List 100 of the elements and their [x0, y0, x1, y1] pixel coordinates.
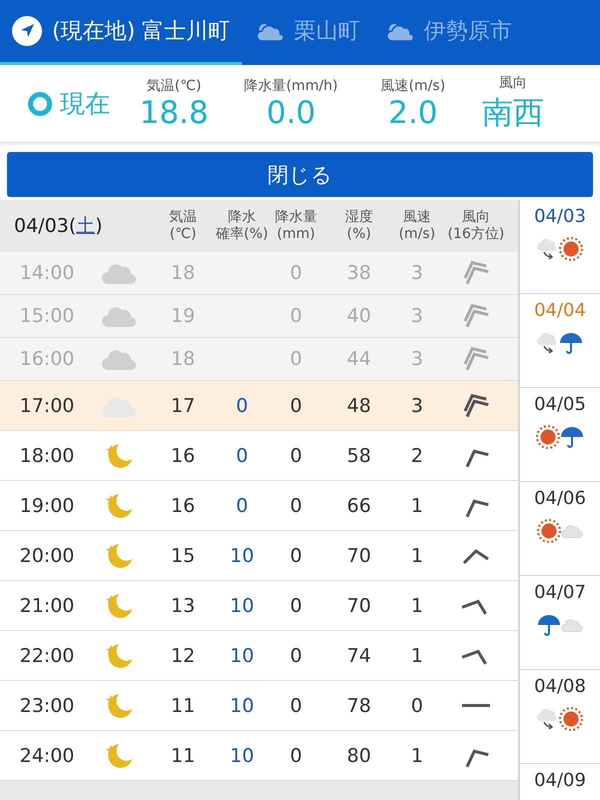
table-cell: 78: [346, 694, 372, 716]
day-cell[interactable]: 04/05: [520, 388, 600, 482]
cloud-icon: [561, 617, 583, 633]
table-cell: 15: [170, 544, 196, 566]
day-date: 04/08: [534, 676, 586, 697]
time-cell: 16:00: [20, 348, 74, 370]
time-cell: 14:00: [20, 262, 74, 284]
close-button[interactable]: 閉じる: [7, 152, 593, 197]
table-cell: 3: [410, 305, 424, 327]
table-cell: 74: [346, 644, 372, 666]
table-cell: 3: [410, 262, 424, 284]
umbrella-icon: [537, 613, 561, 637]
time-cell: 22:00: [20, 644, 74, 666]
table-cell: 0: [290, 305, 302, 327]
day-date: 04/07: [534, 582, 586, 603]
table-cell: 11: [170, 744, 196, 766]
stat-value: 2.0: [388, 94, 438, 130]
day-date: 04/06: [534, 488, 586, 509]
sun-icon: [537, 519, 561, 543]
table-cell: 0: [290, 494, 302, 516]
table-cell: 70: [346, 594, 372, 616]
radio-indicator: [28, 92, 52, 116]
stat-value: 南西: [482, 94, 544, 132]
time-cell: 18:00: [20, 444, 74, 466]
stat-label: 風速(m/s): [380, 76, 446, 94]
time-cell: 17:00: [20, 394, 74, 416]
table-cell: 16: [170, 444, 196, 466]
column-heading: 湿度 (%): [345, 209, 373, 243]
table-cell: 10: [230, 644, 254, 666]
table-cell: 0: [290, 594, 302, 616]
time-cell: 20:00: [20, 544, 74, 566]
table-cell: 10: [230, 744, 254, 766]
day-cell[interactable]: 04/03: [520, 200, 600, 294]
cloud-with-arrow-icon: [537, 332, 559, 354]
table-cell: 18: [170, 262, 196, 284]
day-cell[interactable]: 04/08: [520, 670, 600, 764]
stat-value: 18.8: [139, 94, 209, 130]
column-heading: 降水量 (mm): [275, 209, 317, 243]
stat-label: 風向: [499, 74, 527, 92]
table-cell: 3: [410, 348, 424, 370]
table-cell: 3: [410, 394, 424, 416]
time-cell: 23:00: [20, 694, 74, 716]
table-cell: 1: [410, 594, 424, 616]
table-cell: 10: [230, 544, 254, 566]
table-cell: 0: [290, 348, 302, 370]
table-cell: 13: [170, 594, 196, 616]
table-cell: 70: [346, 544, 372, 566]
day-date: 04/04: [534, 300, 586, 321]
column-heading: 気温 (℃): [169, 209, 197, 243]
sun-icon: [559, 707, 583, 731]
table-cell: 0: [290, 744, 302, 766]
day-cell[interactable]: 04/06: [520, 482, 600, 576]
table-cell: 1: [410, 544, 424, 566]
table-cell: 10: [230, 594, 254, 616]
stat-label: 気温(℃): [146, 76, 202, 94]
day-date: 04/09: [534, 770, 586, 791]
table-cell: 0: [236, 494, 248, 516]
table-cell: 1: [410, 644, 424, 666]
table-cell: 40: [346, 305, 372, 327]
date-heading: 04/03(土): [13, 214, 104, 239]
time-cell: 19:00: [20, 494, 74, 516]
table-cell: 0: [290, 694, 302, 716]
table-cell: 12: [170, 644, 196, 666]
current-label: 現在: [60, 88, 110, 120]
cloud-with-arrow-icon: [537, 708, 559, 730]
table-cell: 80: [346, 744, 372, 766]
cloud-icon: [561, 523, 583, 539]
table-cell: 1: [410, 494, 424, 516]
table-cell: 0: [236, 394, 248, 416]
table-cell: 1: [410, 744, 424, 766]
umbrella-icon: [559, 331, 583, 355]
table-cell: 16: [170, 494, 196, 516]
umbrella-icon: [560, 425, 584, 449]
table-cell: 0: [290, 544, 302, 566]
table-cell: 0: [290, 444, 302, 466]
table-cell: 19: [170, 305, 196, 327]
table-cell: 17: [170, 394, 196, 416]
day-date: 04/05: [534, 394, 586, 415]
cloud-with-arrow-icon: [537, 238, 559, 260]
table-cell: 38: [346, 262, 372, 284]
day-cell[interactable]: 04/09: [520, 764, 600, 800]
table-cell: 18: [170, 348, 196, 370]
sun-icon: [536, 425, 560, 449]
table-cell: 0: [290, 262, 302, 284]
table-cell: 0: [236, 444, 248, 466]
location-tab[interactable]: (現在地) 富士川町: [0, 0, 242, 65]
dash-icon: [462, 704, 490, 708]
time-cell: 15:00: [20, 305, 74, 327]
day-cell[interactable]: 04/07: [520, 576, 600, 670]
table-cell: 44: [346, 348, 372, 370]
stat-label: 降水量(mm/h): [244, 76, 338, 94]
column-heading: 風速 (m/s): [398, 209, 436, 243]
table-cell: 66: [346, 494, 372, 516]
column-heading: 降水 確率(%): [216, 209, 268, 243]
table-cell: 11: [170, 694, 196, 716]
table-cell: 10: [230, 694, 254, 716]
time-cell: 21:00: [20, 594, 74, 616]
day-date: 04/03: [534, 206, 586, 227]
sun-icon: [559, 237, 583, 261]
table-cell: 0: [290, 644, 302, 666]
